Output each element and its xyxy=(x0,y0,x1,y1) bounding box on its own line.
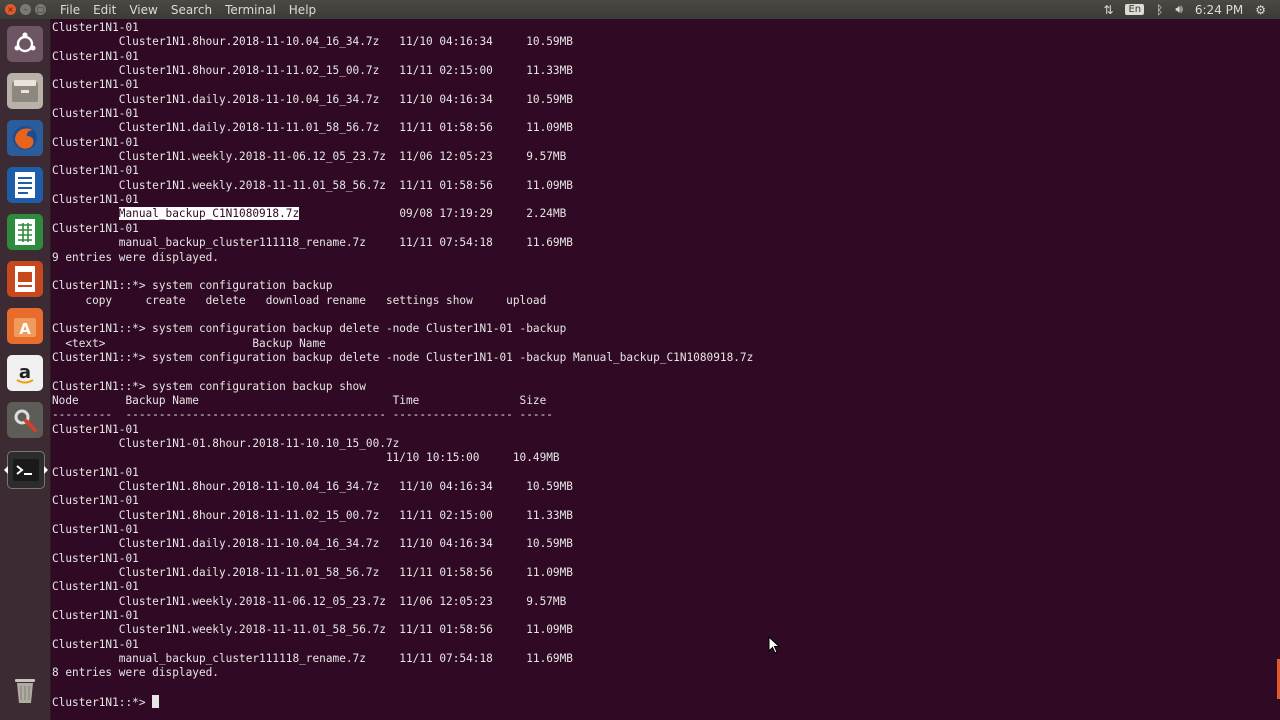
mouse-pointer-icon xyxy=(768,636,780,654)
terminal-line: Cluster1N1::*> system configuration back… xyxy=(52,322,567,336)
terminal-line: Cluster1N1-01 xyxy=(52,465,139,479)
terminal-line: Cluster1N1-01 xyxy=(52,164,139,178)
terminal-output: Cluster1N1-01 Cluster1N1.8hour.2018-11-1… xyxy=(52,21,753,711)
highlight-line-suffix: 09/08 17:19:29 2.24MB xyxy=(299,207,567,221)
highlight-line-prefix xyxy=(52,207,119,220)
terminal-line: Cluster1N1-01 xyxy=(52,637,139,651)
terminal-line: Cluster1N1-01 xyxy=(52,494,139,508)
close-window-icon[interactable]: × xyxy=(5,4,16,15)
terminal-window[interactable]: Cluster1N1-01 Cluster1N1.8hour.2018-11-1… xyxy=(51,19,1280,720)
menu-edit[interactable]: Edit xyxy=(93,3,116,17)
svg-text:A: A xyxy=(19,320,31,338)
terminal-line: Node Backup Name Time Size xyxy=(52,393,547,407)
bluetooth-icon[interactable]: ᛒ xyxy=(1156,3,1163,17)
clock[interactable]: 6:24 PM xyxy=(1195,3,1243,17)
top-menu-bar: × – □ File Edit View Search Terminal Hel… xyxy=(0,0,1280,19)
terminal-line: Cluster1N1::*> system configuration back… xyxy=(52,379,366,393)
shell-prompt: Cluster1N1::*> xyxy=(52,696,153,710)
terminal-line: Cluster1N1.8hour.2018-11-11.02_15_00.7z … xyxy=(118,64,573,78)
terminal-line: Cluster1N1.weekly.2018-11-11.01_58_56.7z… xyxy=(118,178,573,192)
terminal-line: Cluster1N1-01.8hour.2018-11-10.10_15_00.… xyxy=(118,436,400,450)
menu-terminal[interactable]: Terminal xyxy=(225,3,276,17)
terminal-line: Cluster1N1.8hour.2018-11-11.02_15_00.7z … xyxy=(118,508,573,522)
terminal-line: Cluster1N1.daily.2018-11-11.01_58_56.7z … xyxy=(118,121,573,135)
terminal-line: copy create delete download rename setti… xyxy=(85,293,547,307)
terminal-line: Cluster1N1.daily.2018-11-10.04_16_34.7z … xyxy=(118,92,573,106)
ubuntu-software-icon[interactable]: A xyxy=(7,308,43,344)
terminal-line: 9 entries were displayed. xyxy=(52,250,219,264)
libreoffice-writer-icon[interactable] xyxy=(7,167,43,203)
system-indicators: ⇅ En ᛒ 🔊︎ 6:24 PM ⚙ xyxy=(1103,0,1266,19)
terminal-line: Cluster1N1.weekly.2018-11-11.01_58_56.7z… xyxy=(118,623,573,637)
terminal-line: Cluster1N1::*> system configuration back… xyxy=(52,350,754,364)
terminal-line: Cluster1N1.daily.2018-11-10.04_16_34.7z … xyxy=(118,537,573,551)
files-icon[interactable] xyxy=(7,73,43,109)
menu-file[interactable]: File xyxy=(60,3,80,17)
firefox-icon[interactable] xyxy=(7,120,43,156)
volume-icon[interactable]: 🔊︎ xyxy=(1175,2,1183,17)
terminal-line: Cluster1N1-01 xyxy=(52,580,139,594)
terminal-line: manual_backup_cluster111118_rename.7z 11… xyxy=(118,236,573,250)
terminal-line: Cluster1N1-01 xyxy=(52,551,139,565)
libreoffice-calc-icon[interactable] xyxy=(7,214,43,250)
terminal-line: Cluster1N1-01 xyxy=(52,107,139,121)
maximize-window-icon[interactable]: □ xyxy=(35,4,46,15)
terminal-line: Cluster1N1.weekly.2018-11-06.12_05_23.7z… xyxy=(118,594,567,608)
terminal-line: Cluster1N1-01 xyxy=(52,221,139,235)
keyboard-layout-indicator[interactable]: En xyxy=(1125,4,1145,15)
terminal-line: Cluster1N1-01 xyxy=(52,49,139,63)
system-settings-icon[interactable] xyxy=(7,402,43,438)
terminal-line: Cluster1N1::*> system configuration back… xyxy=(52,279,333,293)
terminal-line: 8 entries were displayed. xyxy=(52,666,219,680)
terminal-line: Cluster1N1-01 xyxy=(52,135,139,149)
menu-list: File Edit View Search Terminal Help xyxy=(60,3,316,17)
menu-search[interactable]: Search xyxy=(171,3,212,17)
trash-icon[interactable] xyxy=(7,671,43,707)
selected-backup-name[interactable]: Manual_backup_C1N1080918.7z xyxy=(118,207,300,221)
terminal-line: --------- ------------------------------… xyxy=(52,408,553,422)
terminal-line: Cluster1N1-01 xyxy=(52,193,139,207)
terminal-line: Cluster1N1.8hour.2018-11-10.04_16_34.7z … xyxy=(118,35,573,49)
minimize-window-icon[interactable]: – xyxy=(20,4,31,15)
terminal-line: Cluster1N1.weekly.2018-11-06.12_05_23.7z… xyxy=(118,150,567,164)
terminal-line: Cluster1N1-01 xyxy=(52,21,139,34)
menu-help[interactable]: Help xyxy=(289,3,316,17)
terminal-line: Cluster1N1-01 xyxy=(52,78,139,92)
svg-text:a: a xyxy=(19,362,31,383)
terminal-line: Cluster1N1-01 xyxy=(52,609,139,623)
window-controls: × – □ xyxy=(5,4,46,15)
libreoffice-impress-icon[interactable] xyxy=(7,261,43,297)
ubuntu-dash-icon[interactable] xyxy=(7,26,43,62)
power-gear-icon[interactable]: ⚙ xyxy=(1255,3,1266,17)
terminal-icon[interactable] xyxy=(4,451,48,489)
terminal-lines-before: Cluster1N1-01 Cluster1N1.8hour.2018-11-1… xyxy=(52,21,573,206)
terminal-line: Cluster1N1.daily.2018-11-11.01_58_56.7z … xyxy=(118,566,573,580)
terminal-lines-after: Cluster1N1-01 manual_backup_cluster11111… xyxy=(52,222,753,680)
terminal-line: Cluster1N1.8hour.2018-11-10.04_16_34.7z … xyxy=(118,480,573,493)
network-transfer-icon[interactable]: ⇅ xyxy=(1103,3,1113,17)
menu-view[interactable]: View xyxy=(129,3,157,17)
terminal-line: manual_backup_cluster111118_rename.7z 11… xyxy=(118,652,573,666)
amazon-icon[interactable]: a xyxy=(7,355,43,391)
terminal-line: Cluster1N1-01 xyxy=(52,523,139,537)
terminal-line: 11/10 10:15:00 10.49MB xyxy=(385,451,560,465)
terminal-line: Cluster1N1-01 xyxy=(52,422,139,436)
launcher: A a xyxy=(0,19,51,720)
text-cursor xyxy=(152,695,160,709)
terminal-line: <text> Backup Name xyxy=(65,336,326,350)
